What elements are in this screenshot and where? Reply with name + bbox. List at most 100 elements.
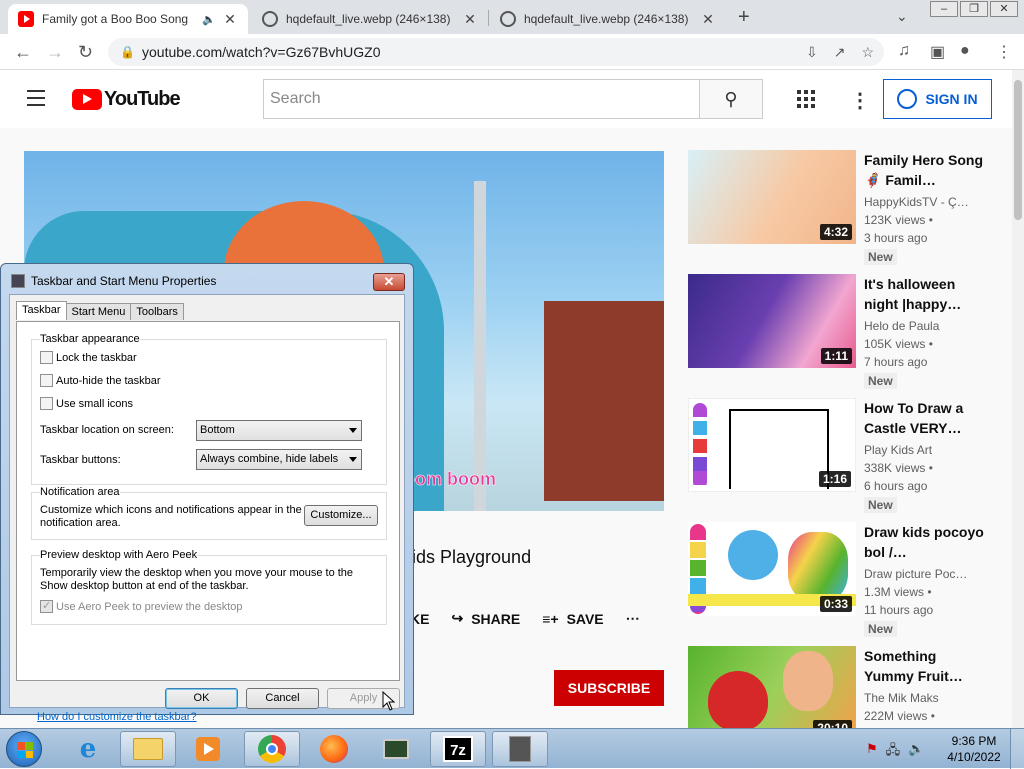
rec-channel[interactable]: Helo de Paula — [864, 319, 939, 333]
taskbar-tab-panel: Taskbar appearance Lock the taskbar Auto… — [16, 321, 400, 723]
close-tab-icon[interactable]: ✕ — [700, 11, 716, 28]
checkbox-box[interactable] — [40, 599, 53, 613]
sign-in-button[interactable]: SIGN IN — [883, 79, 992, 119]
autohide-checkbox[interactable]: Auto-hide the taskbar — [40, 374, 161, 387]
start-button[interactable] — [6, 731, 42, 767]
firefox-icon[interactable] — [306, 731, 362, 767]
7zip-icon[interactable]: 7z — [430, 731, 486, 767]
network-icon[interactable]: 🖧 — [886, 741, 901, 763]
forward-icon[interactable]: → — [46, 42, 64, 63]
notification-description: Customize which icons and notifications … — [40, 504, 302, 529]
castle-drawing — [729, 409, 829, 489]
rec-item[interactable]: 4:32 Family Hero Song🦸 Famil… HappyKidsT… — [688, 150, 988, 265]
rec-thumbnail[interactable]: 20:10 — [688, 646, 856, 728]
back-icon[interactable]: ← — [14, 42, 32, 63]
group-title: Notification area — [40, 486, 120, 498]
tab-youtube[interactable]: Family got a Boo Boo Song 🔈 ✕ — [8, 4, 248, 34]
youtube-logo[interactable]: YouTube — [72, 88, 181, 111]
checkbox-label: Auto-hide the taskbar — [56, 374, 161, 387]
tab-image-2[interactable]: hqdefault_live.webp (246×138) ✕ — [490, 4, 726, 34]
checkbox-box[interactable] — [40, 397, 53, 410]
rec-views: 123K views • — [864, 213, 933, 227]
scrollbar-thumb[interactable] — [1014, 80, 1022, 220]
more-actions-icon[interactable]: ⋯ — [626, 610, 640, 627]
tab-start-menu[interactable]: Start Menu — [65, 303, 132, 320]
file-explorer-icon[interactable] — [120, 731, 176, 767]
chrome-icon[interactable] — [244, 731, 300, 767]
rec-item[interactable]: 0:33 Draw kids pocoyo bol /… Draw pictur… — [688, 522, 988, 637]
rec-title[interactable]: Draw kids pocoyo bol /… — [864, 522, 984, 562]
tab-toolbars[interactable]: Toolbars — [130, 303, 184, 320]
subscribe-button[interactable]: SUBSCRIBE — [554, 670, 664, 706]
playlist-add-icon: ≡+ — [542, 610, 559, 627]
new-badge: New — [864, 497, 897, 513]
help-link[interactable]: How do I customize the taskbar? — [37, 711, 197, 723]
duration-badge: 1:11 — [820, 348, 852, 364]
rec-channel[interactable]: The Mik Maks — [864, 691, 939, 705]
taskbar-buttons-select[interactable]: Always combine, hide labels — [196, 449, 362, 470]
restore-icon[interactable]: ❐ — [960, 1, 988, 17]
page-scrollbar[interactable] — [1012, 70, 1024, 728]
rec-title[interactable]: How To Draw a Castle VERY… — [864, 398, 984, 438]
share-button[interactable]: ↪ SHARE — [451, 610, 520, 627]
address-bar[interactable]: 🔒 youtube.com/watch?v=Gz67BvhUGZ0 ⇩ ↗ ☆ — [108, 38, 884, 66]
apps-grid-icon[interactable] — [797, 90, 815, 108]
rec-thumbnail[interactable]: 1:11 — [688, 274, 856, 368]
close-tab-icon[interactable]: ✕ — [462, 11, 478, 28]
speaker-icon[interactable]: 🔈 — [202, 13, 216, 26]
rec-thumbnail[interactable]: 1:16 — [688, 398, 856, 492]
rec-views: 338K views • — [864, 461, 933, 475]
search-button[interactable]: ⚲ — [699, 79, 763, 119]
taskbar-location-select[interactable]: Bottom — [196, 420, 362, 441]
media-control-icon[interactable]: ♫ — [898, 42, 910, 60]
rec-channel[interactable]: Draw picture Poc… — [864, 567, 967, 581]
customize-button[interactable]: Customize... — [304, 505, 378, 526]
close-window-icon[interactable]: ✕ — [990, 1, 1018, 17]
window-controls: – ❐ ✕ — [928, 1, 1018, 17]
tab-image-1[interactable]: hqdefault_live.webp (246×138) ✕ — [252, 4, 488, 34]
rec-thumbnail[interactable]: 4:32 — [688, 150, 856, 244]
hamburger-menu-icon[interactable] — [27, 90, 45, 111]
cancel-button[interactable]: Cancel — [246, 688, 319, 709]
tab-search-chevron-icon[interactable]: ⌄ — [896, 8, 908, 25]
install-icon[interactable]: ⇩ — [806, 38, 818, 66]
profile-icon[interactable]: ● — [960, 42, 970, 60]
search-input[interactable]: Search — [263, 79, 700, 119]
media-player-icon[interactable] — [180, 731, 236, 767]
side-panel-icon[interactable]: ▣ — [930, 42, 945, 62]
close-tab-icon[interactable]: ✕ — [222, 11, 238, 28]
tab-taskbar[interactable]: Taskbar — [16, 301, 67, 320]
action-center-flag-icon[interactable]: ⚑ — [866, 741, 878, 763]
taskbar-properties-icon[interactable] — [492, 731, 548, 767]
ok-button[interactable]: OK — [165, 688, 238, 709]
minimize-icon[interactable]: – — [930, 1, 958, 17]
share-icon[interactable]: ↗ — [834, 38, 846, 66]
rec-title[interactable]: Something Yummy Fruit… — [864, 646, 984, 686]
reload-icon[interactable]: ↻ — [78, 42, 93, 63]
more-options-icon[interactable]: ⋮ — [850, 88, 870, 113]
checkbox-box[interactable] — [40, 351, 53, 364]
save-button[interactable]: ≡+ SAVE — [542, 610, 603, 627]
system-clock[interactable]: 9:36 PM 4/10/2022 — [946, 733, 1002, 765]
rec-item[interactable]: 20:10 Something Yummy Fruit… The Mik Mak… — [688, 646, 988, 728]
rec-channel[interactable]: Play Kids Art — [864, 443, 932, 457]
rec-item[interactable]: 1:16 How To Draw a Castle VERY… Play Kid… — [688, 398, 988, 513]
new-tab-icon[interactable]: + — [738, 6, 750, 29]
chrome-menu-icon[interactable]: ⋮ — [996, 42, 1012, 62]
rec-channel[interactable]: HappyKidsTV - Ç… — [864, 195, 969, 209]
rec-title[interactable]: It's halloween night |happy… — [864, 274, 984, 314]
show-desktop-button[interactable] — [1010, 729, 1024, 769]
lock-taskbar-checkbox[interactable]: Lock the taskbar — [40, 351, 137, 364]
checkbox-box[interactable] — [40, 374, 53, 387]
bookmark-star-icon[interactable]: ☆ — [861, 38, 874, 66]
volume-icon[interactable]: 🔈 — [908, 741, 924, 763]
internet-explorer-icon[interactable]: e — [60, 731, 116, 767]
rec-thumbnail[interactable]: 0:33 — [688, 522, 856, 616]
small-icons-checkbox[interactable]: Use small icons — [40, 397, 133, 410]
dialog-title: Taskbar and Start Menu Properties — [31, 274, 217, 288]
rec-item[interactable]: 1:11 It's halloween night |happy… Helo d… — [688, 274, 988, 389]
dialog-close-icon[interactable]: ✕ — [373, 273, 405, 291]
rec-title[interactable]: Family Hero Song🦸 Famil… — [864, 150, 984, 190]
task-manager-icon[interactable] — [368, 731, 424, 767]
aero-peek-checkbox[interactable]: Use Aero Peek to preview the desktop — [40, 599, 243, 613]
